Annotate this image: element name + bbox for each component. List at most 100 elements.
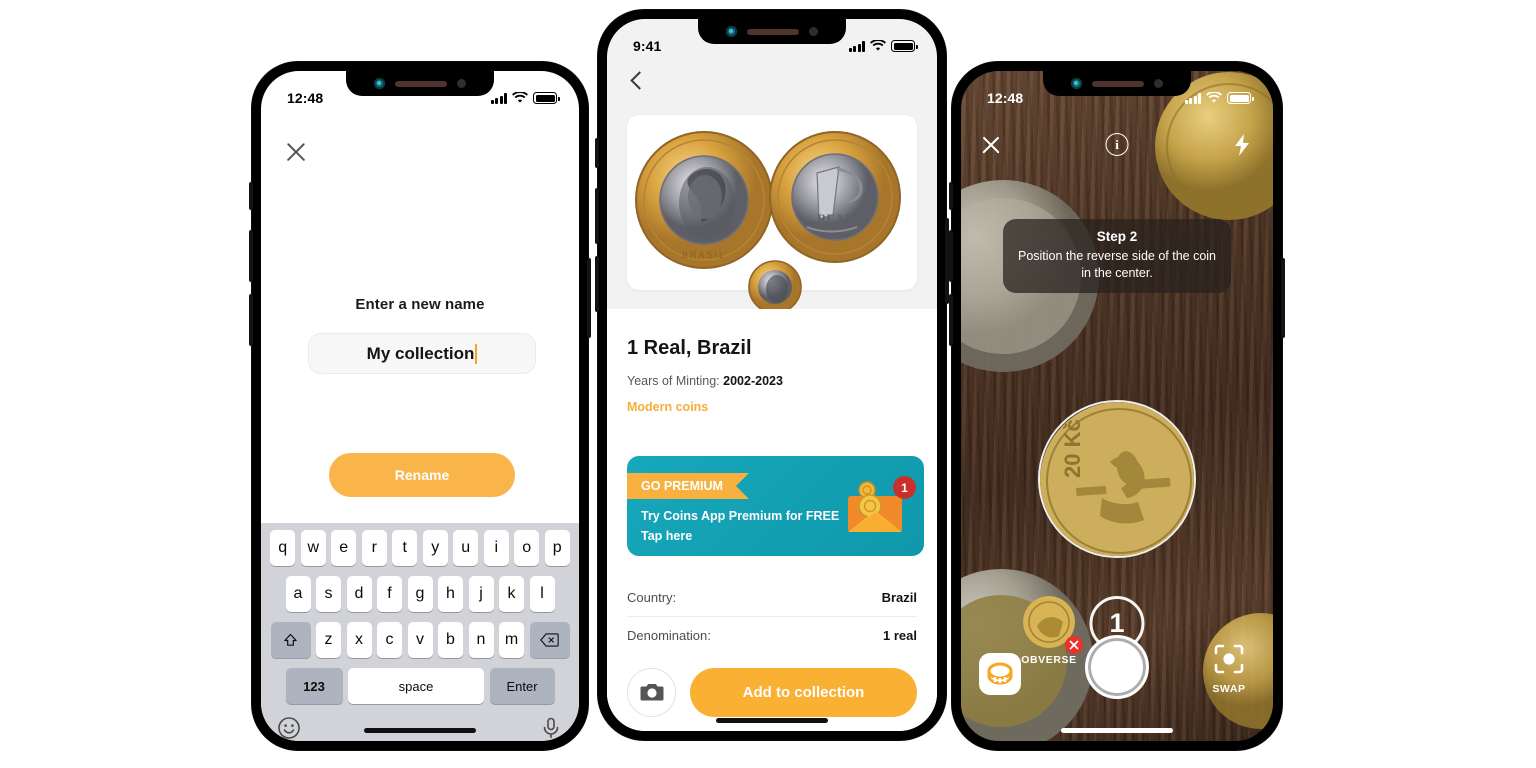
on-screen-keyboard: qwertyuiop asdfghjkl zxcvbnm 123 space E… [261, 523, 579, 741]
notch [346, 71, 494, 96]
backspace-key[interactable] [529, 622, 570, 658]
numeric-key[interactable]: 123 [285, 668, 343, 704]
key-w[interactable]: w [300, 530, 326, 566]
spec-label: Country: [627, 590, 677, 605]
close-icon[interactable] [979, 133, 1003, 157]
key-q[interactable]: q [270, 530, 296, 566]
spec-value: 1 real [883, 628, 917, 643]
microphone-icon[interactable] [539, 716, 563, 740]
home-indicator [1061, 728, 1173, 733]
earpiece-speaker [1092, 80, 1144, 87]
key-i[interactable]: i [483, 530, 509, 566]
sensor-dot-icon [457, 79, 466, 88]
focus-ring: 20 Kč [1038, 400, 1196, 558]
promo-line-1: Try Coins App Premium for FREE [641, 509, 840, 523]
front-camera-icon [1071, 78, 1082, 89]
battery-icon [533, 92, 560, 104]
add-to-collection-button[interactable]: Add to collection [690, 667, 917, 717]
phone-rename-modal: 12:48 Enter a new name My collection Ren… [249, 62, 591, 750]
info-icon[interactable]: i [1105, 133, 1129, 156]
camera-icon [640, 684, 663, 701]
rename-modal-body: Enter a new name My collection Rename qw… [261, 71, 579, 741]
key-b[interactable]: b [438, 622, 463, 658]
front-camera-icon [374, 78, 385, 89]
battery-icon [1227, 92, 1254, 104]
front-camera-icon [726, 26, 737, 37]
close-icon[interactable] [283, 139, 309, 165]
flash-icon[interactable] [1231, 133, 1253, 157]
sensor-dot-icon [809, 27, 818, 36]
enter-key[interactable]: Enter [489, 668, 555, 704]
back-chevron-icon[interactable] [627, 71, 647, 91]
key-k[interactable]: k [499, 576, 524, 612]
centered-coin: 20 Kč [1040, 402, 1194, 556]
coin-category-link[interactable]: Modern coins [627, 400, 708, 414]
tooltip-step-title: Step 2 [1096, 229, 1138, 244]
cellular-signal-icon [490, 92, 507, 104]
coin-app-logo-icon[interactable] [979, 653, 1021, 695]
backspace-icon [540, 633, 559, 647]
key-n[interactable]: n [468, 622, 494, 658]
key-m[interactable]: m [499, 622, 524, 658]
key-y[interactable]: y [422, 530, 448, 566]
emoji-icon[interactable] [277, 716, 301, 740]
key-r[interactable]: r [361, 530, 387, 566]
home-indicator [716, 718, 828, 723]
wifi-icon [870, 40, 886, 51]
svg-text:20 Kč: 20 Kč [1060, 419, 1085, 478]
coin-image-card: BRASIL REAL [627, 115, 917, 314]
key-h[interactable]: h [438, 576, 463, 612]
key-v[interactable]: v [407, 622, 433, 658]
phone-camera-capture: 12:48 i Step 2 Position the reverse side… [949, 62, 1285, 750]
spec-row-country: Country: Brazil [627, 579, 917, 617]
key-o[interactable]: o [514, 530, 540, 566]
shift-icon [284, 633, 297, 646]
earpiece-speaker [395, 80, 447, 87]
swap-button[interactable]: SWAP [1203, 644, 1255, 695]
shutter-button[interactable] [1085, 635, 1149, 699]
text-caret [475, 343, 478, 364]
promo-badge-count: 1 [893, 476, 916, 499]
key-p[interactable]: p [544, 530, 570, 566]
remove-x-icon [1069, 640, 1079, 650]
minting-years: Years of Minting: 2002-2023 [627, 374, 783, 388]
wifi-icon [512, 92, 528, 103]
tooltip-text: Position the reverse side of the coin in… [1017, 249, 1217, 280]
swap-label: SWAP [1212, 683, 1246, 695]
key-t[interactable]: t [392, 530, 418, 566]
key-f[interactable]: f [377, 576, 402, 612]
status-time: 9:41 [633, 38, 662, 54]
key-j[interactable]: j [468, 576, 494, 612]
key-d[interactable]: d [346, 576, 372, 612]
phone-coin-detail: 9:41 BRASIL REAL 1 Real, Brazil Years of… [595, 10, 949, 740]
open-camera-button[interactable] [627, 667, 676, 717]
spec-label: Denomination: [627, 628, 711, 643]
nav-bar [607, 63, 937, 103]
coin-photos: BRASIL REAL [635, 131, 901, 314]
space-key[interactable]: space [348, 668, 484, 704]
swap-focus-icon [1214, 644, 1244, 674]
wifi-icon [1206, 92, 1222, 103]
key-g[interactable]: g [407, 576, 433, 612]
collection-name-value: My collection [366, 343, 475, 363]
collection-name-input[interactable]: My collection [308, 333, 536, 374]
key-s[interactable]: s [316, 576, 341, 612]
key-a[interactable]: a [285, 576, 311, 612]
key-l[interactable]: l [529, 576, 555, 612]
key-z[interactable]: z [316, 622, 341, 658]
earpiece-speaker [747, 28, 799, 35]
key-x[interactable]: x [346, 622, 372, 658]
remove-obverse-icon[interactable] [1065, 636, 1083, 654]
premium-promo-banner[interactable]: GO PREMIUM Try Coins App Premium for FRE… [627, 456, 924, 556]
promo-line-2: Tap here [641, 529, 693, 543]
key-e[interactable]: e [331, 530, 357, 566]
home-indicator [364, 728, 476, 733]
minting-label: Years of Minting: [627, 374, 720, 388]
rename-button[interactable]: Rename [329, 453, 515, 497]
key-u[interactable]: u [453, 530, 479, 566]
shift-key[interactable] [270, 622, 311, 658]
step-tooltip: Step 2 Position the reverse side of the … [1003, 219, 1231, 293]
notch [1043, 71, 1191, 96]
spec-row-denomination: Denomination: 1 real [627, 617, 917, 655]
key-c[interactable]: c [377, 622, 402, 658]
